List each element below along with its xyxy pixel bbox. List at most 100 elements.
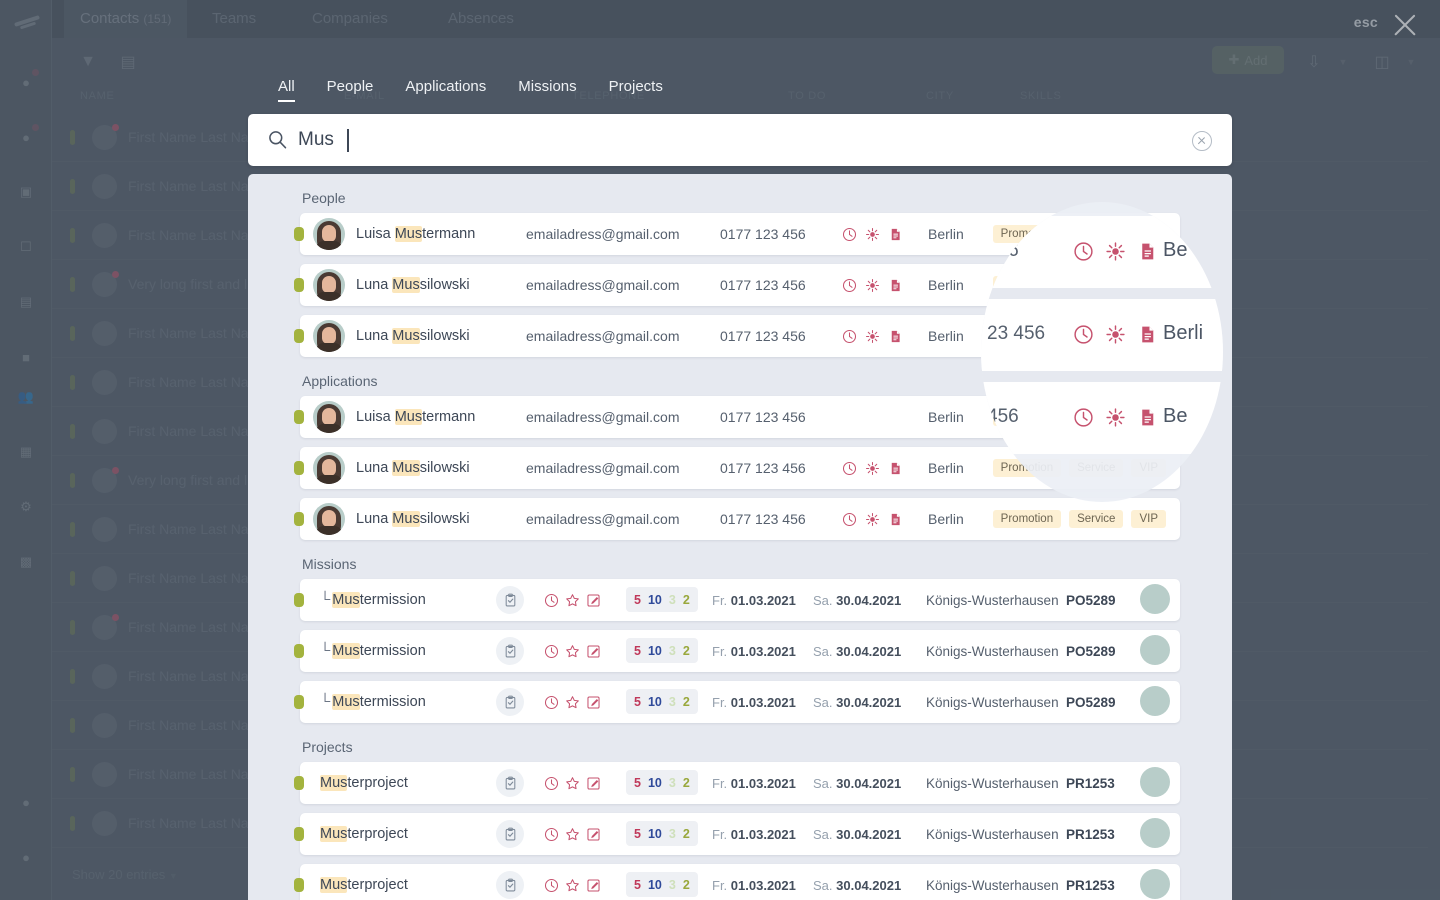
clipboard-check-icon[interactable] (496, 688, 524, 716)
clock-icon[interactable] (544, 827, 559, 842)
tag-service[interactable]: Service (1069, 276, 1124, 294)
tab-projects[interactable]: Projects (593, 70, 679, 104)
search-result-row[interactable]: Musterproject 5 10 3 2 Fr. 01.03.2021 Sa. 3… (294, 813, 1180, 855)
clock-icon[interactable] (842, 278, 857, 293)
avatar[interactable] (1140, 767, 1170, 797)
tag-service[interactable]: Service (1069, 327, 1124, 345)
clipboard-check-icon[interactable] (496, 586, 524, 614)
avatar[interactable] (313, 401, 345, 433)
tag-vip[interactable]: VIP (1131, 510, 1166, 528)
tab-applications[interactable]: Applications (389, 70, 502, 104)
avatar[interactable] (1140, 818, 1170, 848)
sun-icon[interactable] (865, 329, 880, 344)
edit-icon[interactable] (586, 878, 601, 893)
tab-all[interactable]: All (270, 70, 311, 104)
result-reference: PO5289 (1066, 643, 1116, 659)
document-icon[interactable] (888, 512, 903, 527)
clipboard-check-icon[interactable] (503, 878, 518, 893)
clipboard-check-icon[interactable] (503, 776, 518, 791)
tag-service[interactable]: Service (1069, 459, 1124, 477)
edit-icon[interactable] (586, 644, 601, 659)
clock-icon[interactable] (842, 461, 857, 476)
tag-promotion[interactable]: Promotion (992, 510, 1062, 528)
search-result-row[interactable]: Luisa Mustermann emailadress@gmail.com 0… (294, 396, 1180, 438)
clipboard-check-icon[interactable] (503, 593, 518, 608)
search-results-panel[interactable]: People Luisa Mustermann emailadress@gmai… (248, 174, 1232, 900)
tag-vip[interactable]: VIP (1131, 459, 1166, 477)
avatar[interactable] (313, 503, 345, 535)
star-icon[interactable] (565, 695, 580, 710)
document-icon[interactable] (888, 278, 903, 293)
search-result-row[interactable]: Luna Mussilowski emailadress@gmail.com 0… (294, 447, 1180, 489)
result-city: Königs-Wusterhausen (926, 775, 1059, 791)
sun-icon[interactable] (865, 227, 880, 242)
document-icon[interactable] (888, 227, 903, 242)
result-tags: Promotion Service VIP (992, 510, 1166, 528)
clock-icon[interactable] (544, 695, 559, 710)
tag-vip[interactable]: VIP (1131, 327, 1166, 345)
clock-icon[interactable] (544, 878, 559, 893)
tag-vip[interactable]: VIP (1131, 408, 1166, 426)
document-icon[interactable] (888, 329, 903, 344)
star-icon[interactable] (565, 644, 580, 659)
search-result-row[interactable]: Luna Mussilowski emailadress@gmail.com 0… (294, 498, 1180, 540)
search-result-row[interactable]: Musterproject 5 10 3 2 Fr. 01.03.2021 Sa. 3… (294, 864, 1180, 900)
edit-icon[interactable] (586, 827, 601, 842)
clipboard-check-icon[interactable] (496, 871, 524, 899)
avatar[interactable] (1140, 584, 1170, 614)
clock-icon[interactable] (544, 593, 559, 608)
result-phone: 0177 123 456 (720, 277, 806, 293)
clock-icon[interactable] (842, 329, 857, 344)
tag-promotion[interactable]: Promotion (992, 408, 1062, 426)
tag-vip[interactable]: VIP (1131, 225, 1166, 243)
edit-icon[interactable] (586, 776, 601, 791)
star-icon[interactable] (565, 593, 580, 608)
search-result-row[interactable]: └ Mustermission 5 10 3 2 Fr. 01.03.2021 Sa. … (294, 579, 1180, 621)
tag-service[interactable]: Service (1069, 510, 1124, 528)
sun-icon[interactable] (865, 278, 880, 293)
tag-service[interactable]: Service (1069, 225, 1124, 243)
search-result-row[interactable]: Luna Mussilowski emailadress@gmail.com 0… (294, 315, 1180, 357)
star-icon[interactable] (565, 776, 580, 791)
tag-promotion[interactable]: Promotion (992, 225, 1062, 243)
tag-service[interactable]: Service (1069, 408, 1124, 426)
star-icon[interactable] (565, 878, 580, 893)
clock-icon[interactable] (842, 227, 857, 242)
avatar[interactable] (313, 269, 345, 301)
search-result-row[interactable]: └ Mustermission 5 10 3 2 Fr. 01.03.2021 Sa. … (294, 630, 1180, 672)
avatar[interactable] (313, 452, 345, 484)
tag-vip[interactable]: VIP (1131, 276, 1166, 294)
avatar[interactable] (1140, 686, 1170, 716)
sun-icon[interactable] (865, 461, 880, 476)
clock-icon[interactable] (544, 776, 559, 791)
clipboard-check-icon[interactable] (503, 644, 518, 659)
clipboard-check-icon[interactable] (496, 769, 524, 797)
avatar[interactable] (313, 320, 345, 352)
clipboard-check-icon[interactable] (503, 827, 518, 842)
avatar[interactable] (313, 218, 345, 250)
tag-promotion[interactable]: Promotion (992, 327, 1062, 345)
search-result-row[interactable]: Luisa Mustermann emailadress@gmail.com 0… (294, 213, 1180, 255)
clipboard-check-icon[interactable] (496, 637, 524, 665)
tab-people[interactable]: People (311, 70, 390, 104)
clock-icon[interactable] (842, 512, 857, 527)
tab-missions[interactable]: Missions (502, 70, 592, 104)
clock-icon[interactable] (544, 644, 559, 659)
search-input[interactable] (298, 114, 1172, 166)
star-icon[interactable] (565, 827, 580, 842)
tag-promotion[interactable]: Promotion (992, 459, 1062, 477)
search-result-row[interactable]: Musterproject 5 10 3 2 Fr. 01.03.2021 Sa. 3… (294, 762, 1180, 804)
avatar[interactable] (1140, 869, 1170, 899)
search-result-row[interactable]: Luna Mussilowski emailadress@gmail.com 0… (294, 264, 1180, 306)
tag-promotion[interactable]: Promotion (992, 276, 1062, 294)
clipboard-check-icon[interactable] (496, 820, 524, 848)
sun-icon[interactable] (865, 512, 880, 527)
clipboard-check-icon[interactable] (503, 695, 518, 710)
count-badge-4: 2 (682, 826, 690, 841)
search-result-row[interactable]: └ Mustermission 5 10 3 2 Fr. 01.03.2021 Sa. … (294, 681, 1180, 723)
avatar[interactable] (1140, 635, 1170, 665)
clear-circle-x-icon[interactable] (1192, 131, 1212, 151)
document-icon[interactable] (888, 461, 903, 476)
edit-icon[interactable] (586, 695, 601, 710)
edit-icon[interactable] (586, 593, 601, 608)
